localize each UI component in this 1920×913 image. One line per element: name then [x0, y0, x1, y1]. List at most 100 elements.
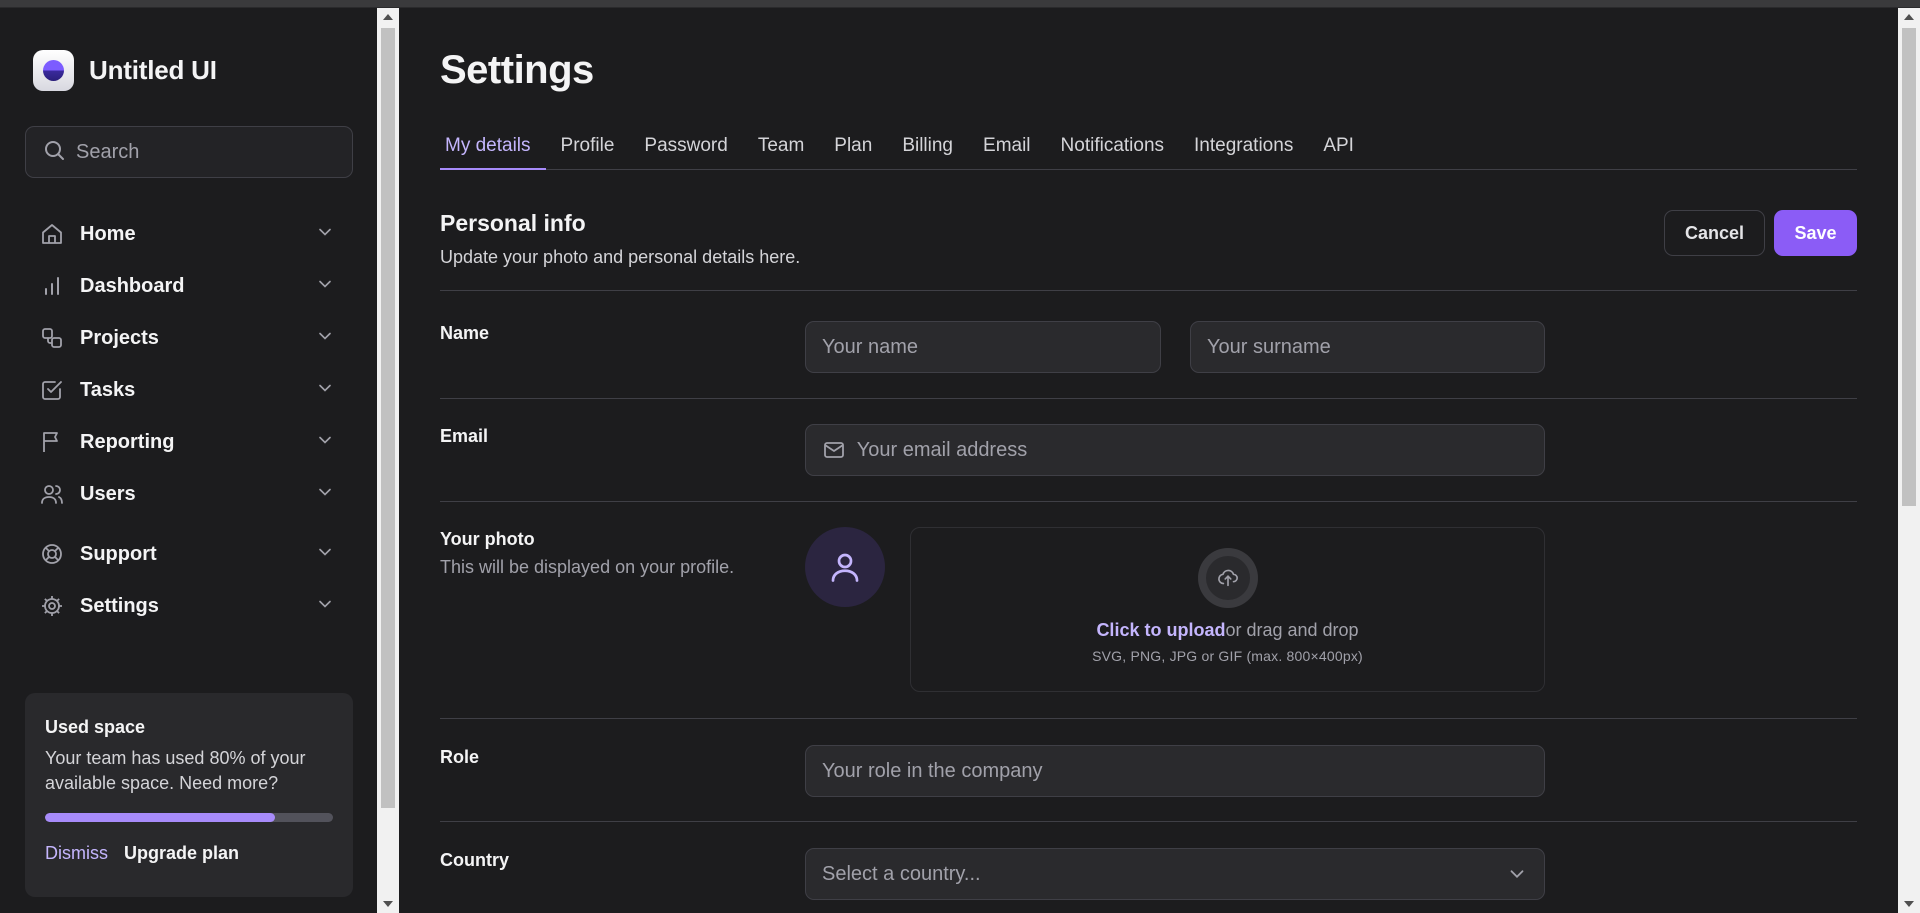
upload-file-hint: SVG, PNG, JPG or GIF (max. 800×400px): [1092, 648, 1363, 664]
main-scrollbar-thumb[interactable]: [1902, 28, 1916, 506]
tab-email[interactable]: Email: [968, 121, 1046, 170]
search-icon: [42, 138, 66, 167]
flag-icon: [39, 429, 65, 455]
divider: [440, 398, 1857, 399]
chevron-down-icon: [315, 222, 335, 247]
mail-icon: [822, 437, 847, 463]
photo-sublabel: This will be displayed on your profile.: [440, 557, 735, 577]
sidebar-scrollbar[interactable]: [377, 8, 399, 913]
used-space-progress-fill: [45, 813, 276, 822]
email-label: Email: [440, 426, 489, 446]
sidebar-item-dashboard[interactable]: Dashboard: [25, 260, 353, 312]
sidebar-item-label: Projects: [80, 326, 159, 349]
country-label: Country: [440, 850, 509, 870]
chevron-down-icon: [315, 378, 335, 403]
sidebar-item-support[interactable]: Support: [25, 528, 353, 580]
brand-name: Untitled UI: [89, 55, 217, 85]
last-name-field[interactable]: [1190, 321, 1545, 373]
browser-top-strip: [0, 0, 1920, 8]
sidebar-item-label: Support: [80, 542, 157, 565]
check-square-icon: [39, 377, 65, 403]
country-select[interactable]: Select a country...: [805, 848, 1545, 900]
role-input[interactable]: [822, 759, 1544, 783]
used-space-card: Used space Your team has used 80% of you…: [25, 693, 353, 897]
user-icon: [831, 553, 859, 582]
sidebar-item-label: Settings: [80, 594, 159, 617]
gear-icon: [39, 593, 65, 619]
first-name-input[interactable]: [822, 335, 1160, 359]
tab-integrations[interactable]: Integrations: [1179, 121, 1308, 170]
projects-icon: [39, 325, 65, 351]
sidebar-item-tasks[interactable]: Tasks: [25, 364, 353, 416]
personal-info-header: Personal info Update your photo and pers…: [440, 210, 1857, 268]
chevron-down-icon: [315, 542, 335, 567]
divider: [440, 718, 1857, 719]
sidebar-item-label: Home: [80, 222, 136, 245]
email-input[interactable]: [856, 438, 1544, 462]
click-to-upload-link[interactable]: Click to upload: [1096, 620, 1225, 640]
sidebar-item-users[interactable]: Users: [25, 468, 353, 520]
main-scrollbar[interactable]: [1898, 8, 1920, 913]
primary-nav: Home Dashboard Projects Tasks Reporting …: [25, 208, 353, 520]
sidebar-item-label: Users: [80, 482, 136, 505]
search-input[interactable]: [76, 140, 336, 164]
sidebar: Untitled UI Home Dashboard Projects: [0, 8, 377, 913]
settings-tabs: My details Profile Password Team Plan Bi…: [440, 121, 1857, 170]
scroll-down-arrow-icon[interactable]: [383, 901, 393, 907]
email-field[interactable]: [805, 424, 1545, 476]
scroll-down-arrow-icon[interactable]: [1904, 901, 1914, 907]
tab-password[interactable]: Password: [629, 121, 742, 170]
save-button[interactable]: Save: [1774, 210, 1857, 256]
chevron-down-icon: [315, 326, 335, 351]
sidebar-item-home[interactable]: Home: [25, 208, 353, 260]
life-buoy-icon: [39, 541, 65, 567]
home-icon: [39, 221, 65, 247]
chevron-down-icon: [315, 594, 335, 619]
tab-plan[interactable]: Plan: [819, 121, 887, 170]
sidebar-item-label: Dashboard: [80, 274, 185, 297]
page-title: Settings: [440, 48, 594, 92]
last-name-input[interactable]: [1207, 335, 1544, 359]
scroll-up-arrow-icon[interactable]: [383, 14, 393, 20]
dismiss-link[interactable]: Dismiss: [45, 843, 108, 864]
upload-cloud-icon: [1197, 548, 1258, 608]
cancel-button[interactable]: Cancel: [1664, 210, 1765, 256]
upload-instruction: or drag and drop: [1225, 620, 1359, 640]
photo-upload-dropzone[interactable]: Click to uploador drag and drop SVG, PNG…: [910, 527, 1545, 692]
section-title: Personal info: [440, 210, 586, 236]
sidebar-item-label: Reporting: [80, 430, 175, 453]
used-space-text: Your team has used 80% of your available…: [45, 748, 306, 793]
role-label: Role: [440, 747, 480, 767]
logo-icon: [33, 50, 74, 91]
first-name-field[interactable]: [805, 321, 1161, 373]
tab-team[interactable]: Team: [743, 121, 819, 170]
name-label: Name: [440, 323, 490, 343]
tab-billing[interactable]: Billing: [887, 121, 968, 170]
divider: [440, 290, 1857, 291]
sidebar-item-label: Tasks: [80, 378, 136, 401]
chevron-down-icon: [315, 274, 335, 299]
search-box[interactable]: [25, 126, 353, 178]
avatar: [805, 527, 885, 607]
sidebar-item-settings[interactable]: Settings: [25, 580, 353, 632]
tab-my-details[interactable]: My details: [440, 121, 546, 170]
used-space-progress: [45, 813, 333, 822]
photo-label: Your photo: [440, 529, 535, 549]
chevron-down-icon: [1506, 863, 1528, 885]
role-field[interactable]: [805, 745, 1545, 797]
chevron-down-icon: [315, 430, 335, 455]
tab-api[interactable]: API: [1308, 121, 1369, 170]
main-content: Settings My details Profile Password Tea…: [399, 8, 1898, 913]
secondary-nav: Support Settings: [25, 528, 353, 632]
sidebar-item-projects[interactable]: Projects: [25, 312, 353, 364]
bar-chart-icon: [39, 273, 65, 299]
tab-notifications[interactable]: Notifications: [1046, 121, 1180, 170]
upgrade-plan-link[interactable]: Upgrade plan: [124, 843, 239, 864]
sidebar-scrollbar-thumb[interactable]: [381, 28, 395, 808]
brand[interactable]: Untitled UI: [33, 50, 217, 91]
sidebar-item-reporting[interactable]: Reporting: [25, 416, 353, 468]
divider: [440, 821, 1857, 822]
tab-profile[interactable]: Profile: [546, 121, 630, 170]
scroll-up-arrow-icon[interactable]: [1904, 14, 1914, 20]
section-subtitle: Update your photo and personal details h…: [440, 247, 801, 267]
